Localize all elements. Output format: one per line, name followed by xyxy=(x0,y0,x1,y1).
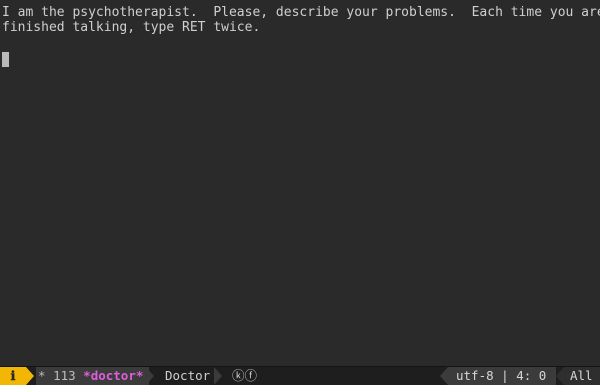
minor-modes-icon[interactable]: ⓚⓕ xyxy=(232,367,257,385)
encoding-position-block: utf-8 | 4: 0 xyxy=(448,367,556,385)
line-count: 113 xyxy=(53,368,76,383)
mode-line: ℹ * 113 *doctor* Doctor ⓚⓕ utf-8 | 4: 0 … xyxy=(0,366,600,385)
powerline-arrow-icon xyxy=(556,367,564,385)
buffer-name[interactable]: *doctor* xyxy=(83,368,143,383)
encoding[interactable]: utf-8 xyxy=(456,368,494,383)
powerline-arrow-icon xyxy=(440,367,448,385)
text-cursor xyxy=(2,52,9,67)
doctor-buffer[interactable]: I am the psychotherapist. Please, descri… xyxy=(0,0,600,366)
buffer-status-block: * 113 *doctor* xyxy=(36,367,150,385)
powerline-arrow-icon xyxy=(26,367,34,385)
powerline-arrow-icon xyxy=(214,367,222,385)
emacs-frame: I am the psychotherapist. Please, descri… xyxy=(0,0,600,385)
buffer-line: finished talking, type RET twice. xyxy=(2,20,261,35)
scroll-position[interactable]: All xyxy=(564,367,600,385)
separator: | xyxy=(501,368,509,383)
powerline-arrow-icon xyxy=(146,367,154,385)
cursor-position[interactable]: 4: 0 xyxy=(516,368,546,383)
modified-flag: * xyxy=(38,368,46,383)
major-mode[interactable]: Doctor xyxy=(165,367,210,385)
info-icon[interactable]: ℹ xyxy=(0,367,26,385)
